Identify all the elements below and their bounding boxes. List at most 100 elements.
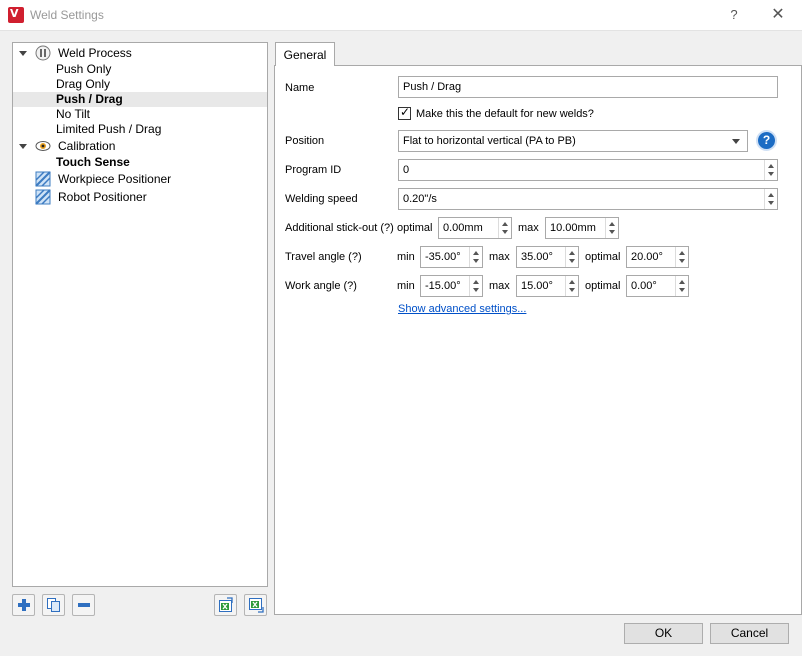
spin-down-icon[interactable] — [473, 288, 479, 292]
spin-arrows[interactable] — [565, 247, 578, 267]
spin-arrows[interactable] — [675, 276, 688, 296]
spin-up-icon[interactable] — [679, 280, 685, 284]
chevron-down-icon — [732, 139, 740, 144]
spin-arrows[interactable] — [675, 247, 688, 267]
travel-max-value: 35.00° — [521, 251, 553, 263]
spin-up-icon[interactable] — [473, 280, 479, 284]
spin-down-icon[interactable] — [768, 172, 774, 176]
tree-label: Limited Push / Drag — [56, 122, 162, 136]
tab-general[interactable]: General — [275, 42, 335, 66]
travel-optimal-spinner[interactable]: 20.00° — [626, 246, 689, 268]
tree-label: Push / Drag — [56, 92, 123, 106]
spin-arrows[interactable] — [764, 160, 777, 180]
tree-item-limited-push-drag[interactable]: Limited Push / Drag — [13, 122, 267, 137]
tree-item-calibration[interactable]: Calibration — [13, 139, 267, 154]
spin-down-icon[interactable] — [609, 230, 615, 234]
tree-item-workpiece-positioner[interactable]: Workpiece Positioner — [13, 171, 267, 187]
tree-item-drag-only[interactable]: Drag Only — [13, 77, 267, 92]
tree-item-push-only[interactable]: Push Only — [13, 62, 267, 77]
tree-item-touch-sense[interactable]: Touch Sense — [13, 155, 267, 170]
help-button[interactable]: ? — [722, 4, 746, 26]
program-id-spinner[interactable]: 0 — [398, 159, 778, 181]
spin-up-icon[interactable] — [473, 251, 479, 255]
work-min-spinner[interactable]: -15.00° — [420, 275, 483, 297]
expand-arrow-icon[interactable] — [19, 51, 27, 56]
expand-arrow-icon[interactable] — [19, 144, 27, 149]
spin-up-icon[interactable] — [569, 251, 575, 255]
import-button[interactable] — [214, 594, 237, 616]
spin-up-icon[interactable] — [502, 222, 508, 226]
duplicate-button[interactable] — [42, 594, 65, 616]
positioner-icon — [35, 171, 51, 187]
work-optimal-label: optimal — [585, 280, 621, 292]
spin-arrows[interactable] — [469, 247, 482, 267]
tree-item-no-tilt[interactable]: No Tilt — [13, 107, 267, 122]
add-button[interactable] — [12, 594, 35, 616]
stickout-optimal-spinner[interactable]: 0.00mm — [438, 217, 512, 239]
spin-down-icon[interactable] — [473, 259, 479, 263]
position-value: Flat to horizontal vertical (PA to PB) — [403, 135, 576, 147]
weld-settings-tree[interactable]: Weld Process Push Only Drag Only Push / … — [12, 42, 268, 587]
program-id-value: 0 — [403, 164, 410, 176]
position-select[interactable]: Flat to horizontal vertical (PA to PB) — [398, 130, 748, 152]
eye-icon — [35, 141, 51, 151]
export-button[interactable] — [244, 594, 267, 616]
position-help-icon[interactable]: ? — [756, 130, 777, 151]
tree-label: Robot Positioner — [58, 190, 147, 204]
spin-down-icon[interactable] — [768, 201, 774, 205]
tree-item-weld-process[interactable]: Weld Process — [13, 45, 267, 61]
travel-optimal-label: optimal — [585, 251, 621, 263]
spin-down-icon[interactable] — [569, 288, 575, 292]
name-label: Name — [285, 82, 315, 94]
spin-arrows[interactable] — [565, 276, 578, 296]
spin-down-icon[interactable] — [679, 259, 685, 263]
minus-icon — [78, 603, 90, 607]
work-max-spinner[interactable]: 15.00° — [516, 275, 579, 297]
travel-optimal-value: 20.00° — [631, 251, 663, 263]
remove-button[interactable] — [72, 594, 95, 616]
spin-up-icon[interactable] — [569, 280, 575, 284]
stickout-optimal-value: 0.00mm — [443, 222, 483, 234]
tree-label: Calibration — [58, 139, 116, 153]
window-title: Weld Settings — [30, 8, 104, 22]
ok-button[interactable]: OK — [624, 623, 703, 644]
positioner-icon — [35, 189, 51, 205]
stickout-max-spinner[interactable]: 10.00mm — [545, 217, 619, 239]
spin-up-icon[interactable] — [609, 222, 615, 226]
cancel-button[interactable]: Cancel — [710, 623, 789, 644]
tree-label: Touch Sense — [56, 155, 130, 169]
checkmark-icon: ✓ — [400, 105, 411, 119]
name-input[interactable]: Push / Drag — [398, 76, 778, 98]
tree-label: Weld Process — [58, 46, 132, 60]
spin-down-icon[interactable] — [502, 230, 508, 234]
travel-max-label: max — [489, 251, 510, 263]
spin-arrows[interactable] — [764, 189, 777, 209]
spin-up-icon[interactable] — [768, 164, 774, 168]
import-excel-icon — [219, 597, 233, 612]
spin-down-icon[interactable] — [679, 288, 685, 292]
travel-max-spinner[interactable]: 35.00° — [516, 246, 579, 268]
spin-arrows[interactable] — [469, 276, 482, 296]
travel-min-spinner[interactable]: -35.00° — [420, 246, 483, 268]
tree-item-push-drag[interactable]: Push / Drag — [13, 92, 267, 107]
work-min-value: -15.00° — [425, 280, 461, 292]
travel-min-label: min — [397, 251, 415, 263]
work-optimal-spinner[interactable]: 0.00° — [626, 275, 689, 297]
close-button[interactable]: ✕ — [766, 4, 790, 26]
work-min-label: min — [397, 280, 415, 292]
show-advanced-settings-link[interactable]: Show advanced settings... — [398, 303, 526, 315]
spin-down-icon[interactable] — [569, 259, 575, 263]
export-excel-icon — [249, 598, 264, 613]
tree-label: Push Only — [56, 62, 112, 76]
default-weld-checkbox[interactable]: ✓ — [398, 105, 411, 120]
welding-speed-spinner[interactable]: 0.20"/s — [398, 188, 778, 210]
tree-label: No Tilt — [56, 107, 91, 121]
spin-arrows[interactable] — [605, 218, 618, 238]
tree-item-robot-positioner[interactable]: Robot Positioner — [13, 189, 267, 205]
spin-up-icon[interactable] — [768, 193, 774, 197]
work-max-value: 15.00° — [521, 280, 553, 292]
welding-speed-label: Welding speed — [285, 193, 358, 205]
work-angle-label: Work angle (?) — [285, 280, 357, 292]
spin-arrows[interactable] — [498, 218, 511, 238]
spin-up-icon[interactable] — [679, 251, 685, 255]
